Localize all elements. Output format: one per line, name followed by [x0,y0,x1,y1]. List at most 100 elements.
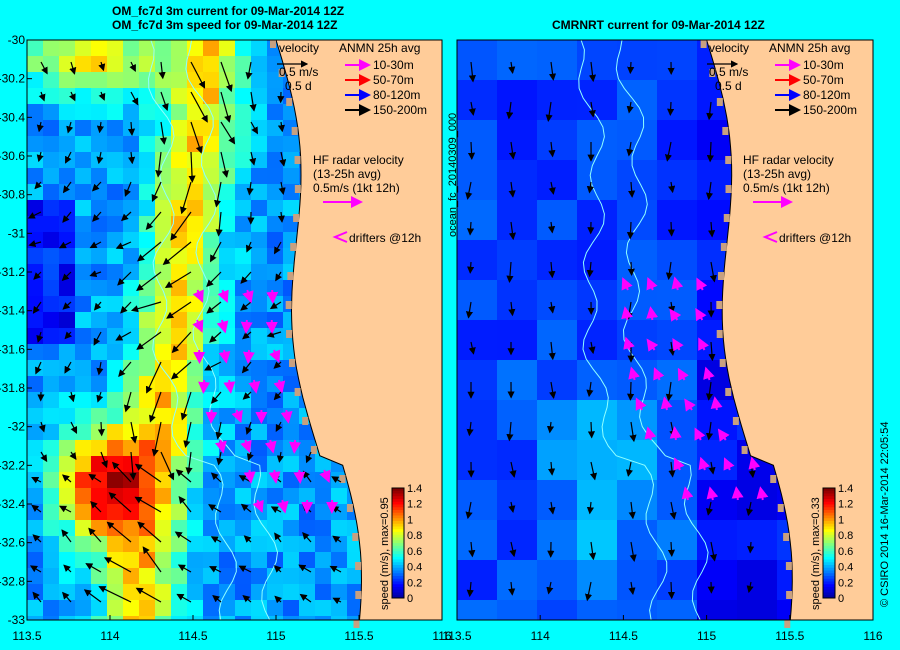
left-heat-cell [219,408,235,424]
right-shoal [783,533,790,541]
left-heat-cell [251,584,267,600]
left-heat-cell [123,616,139,620]
left-heat-cell [203,72,219,88]
right-heat-cell [657,40,697,80]
left-heat-cell [235,504,251,520]
left-heat-cell [139,424,155,440]
left-heat-cell [27,408,43,424]
left-heat-cell [219,280,235,296]
left-colorbar-tick: 0.2 [407,577,422,589]
right-heat-cell [577,320,617,360]
left-heat-cell [235,216,251,232]
left-heat-cell [203,552,219,568]
left-heat-cell [299,600,315,616]
right-shoal [720,243,727,251]
right-heat-cell [657,80,697,120]
left-heat-cell [187,280,203,296]
left-heat-cell [43,328,59,344]
left-heat-cell [139,136,155,152]
left-heat-cell [171,56,187,72]
left-heat-cell [203,472,219,488]
left-heat-cell [267,280,283,296]
left-heat-cell [27,536,43,552]
left-heat-cell [187,248,203,264]
left-heat-cell [219,264,235,280]
right-current-arrow [587,421,596,439]
left-shoal [302,417,309,425]
right-heat-cell [577,400,617,440]
left-heat-cell [43,248,59,264]
left-heat-cell [235,488,251,504]
left-heat-cell [107,248,123,264]
right-heat-cell [657,480,697,520]
left-shoal [294,156,301,164]
left-heat-cell [187,424,203,440]
left-heat-cell [75,88,91,104]
right-x-tick-label: 115 [697,629,716,643]
left-heat-cell [155,600,171,616]
left-heat-cell [123,552,139,568]
right-heat-cell [737,560,777,600]
right-colorbar-tick: 0.6 [838,546,853,558]
right-heat-cell [577,240,617,280]
right-heat-cell [617,40,657,80]
left-heat-cell [187,408,203,424]
left-heat-cell [91,488,107,504]
left-heat-cell [91,88,107,104]
left-heat-cell [91,376,107,392]
left-heat-cell [251,40,267,56]
left-y-tick-label: -32.8 [0,574,25,588]
left-heat-cell [75,600,91,616]
left-heat-cell [107,168,123,184]
left-heat-cell [59,72,75,88]
left-heat-cell [267,232,283,248]
left-heat-cell [155,344,171,360]
left-heat-cell [235,520,251,536]
right-heat-cell [497,160,537,200]
right-heat-cell [617,360,657,400]
left-heat-cell [107,376,123,392]
left-heat-cell [235,376,251,392]
left-heat-cell [219,392,235,408]
left-heat-cell [139,104,155,120]
left-heat-cell [331,616,347,620]
left-x-tick-label: 113.5 [12,629,41,643]
left-heat-cell [59,520,75,536]
left-legend-depth-label: 150-200m [373,103,427,117]
left-heat-cell [283,600,299,616]
left-heat-cell [235,424,251,440]
right-heat-cell [537,200,577,240]
left-heat-cell [43,600,59,616]
left-shoal [293,214,300,222]
left-heat-cell [235,104,251,120]
left-heat-cell [187,616,203,620]
left-heat-cell [203,440,219,456]
left-heat-cell [43,184,59,200]
right-shoal [785,562,792,570]
left-heat-cell [91,248,107,264]
left-heat-cell [299,520,315,536]
left-heat-cell [123,40,139,56]
left-heat-cell [139,312,155,328]
left-legend-depth-label: 10-30m [373,58,414,72]
left-heat-cell [27,72,43,88]
left-colorbar-tick: 1 [407,514,413,526]
right-shoal [732,417,739,425]
right-heat-cell [577,440,617,480]
left-heat-cell [123,520,139,536]
right-heat-cell [617,200,657,240]
left-heat-cell [75,584,91,600]
left-heat-cell [283,616,299,620]
right-heat-cell [457,400,497,440]
right-heat-cell [497,560,537,600]
left-heat-cell [347,568,363,584]
left-heat-cell [171,328,187,344]
left-heat-cell [75,456,91,472]
left-heat-cell [219,312,235,328]
right-heat-cell [457,520,497,560]
left-heat-cell [123,600,139,616]
right-heat-cell [497,200,537,240]
right-heat-cell [497,360,537,400]
right-heat-cell [737,600,777,620]
left-heat-cell [59,104,75,120]
